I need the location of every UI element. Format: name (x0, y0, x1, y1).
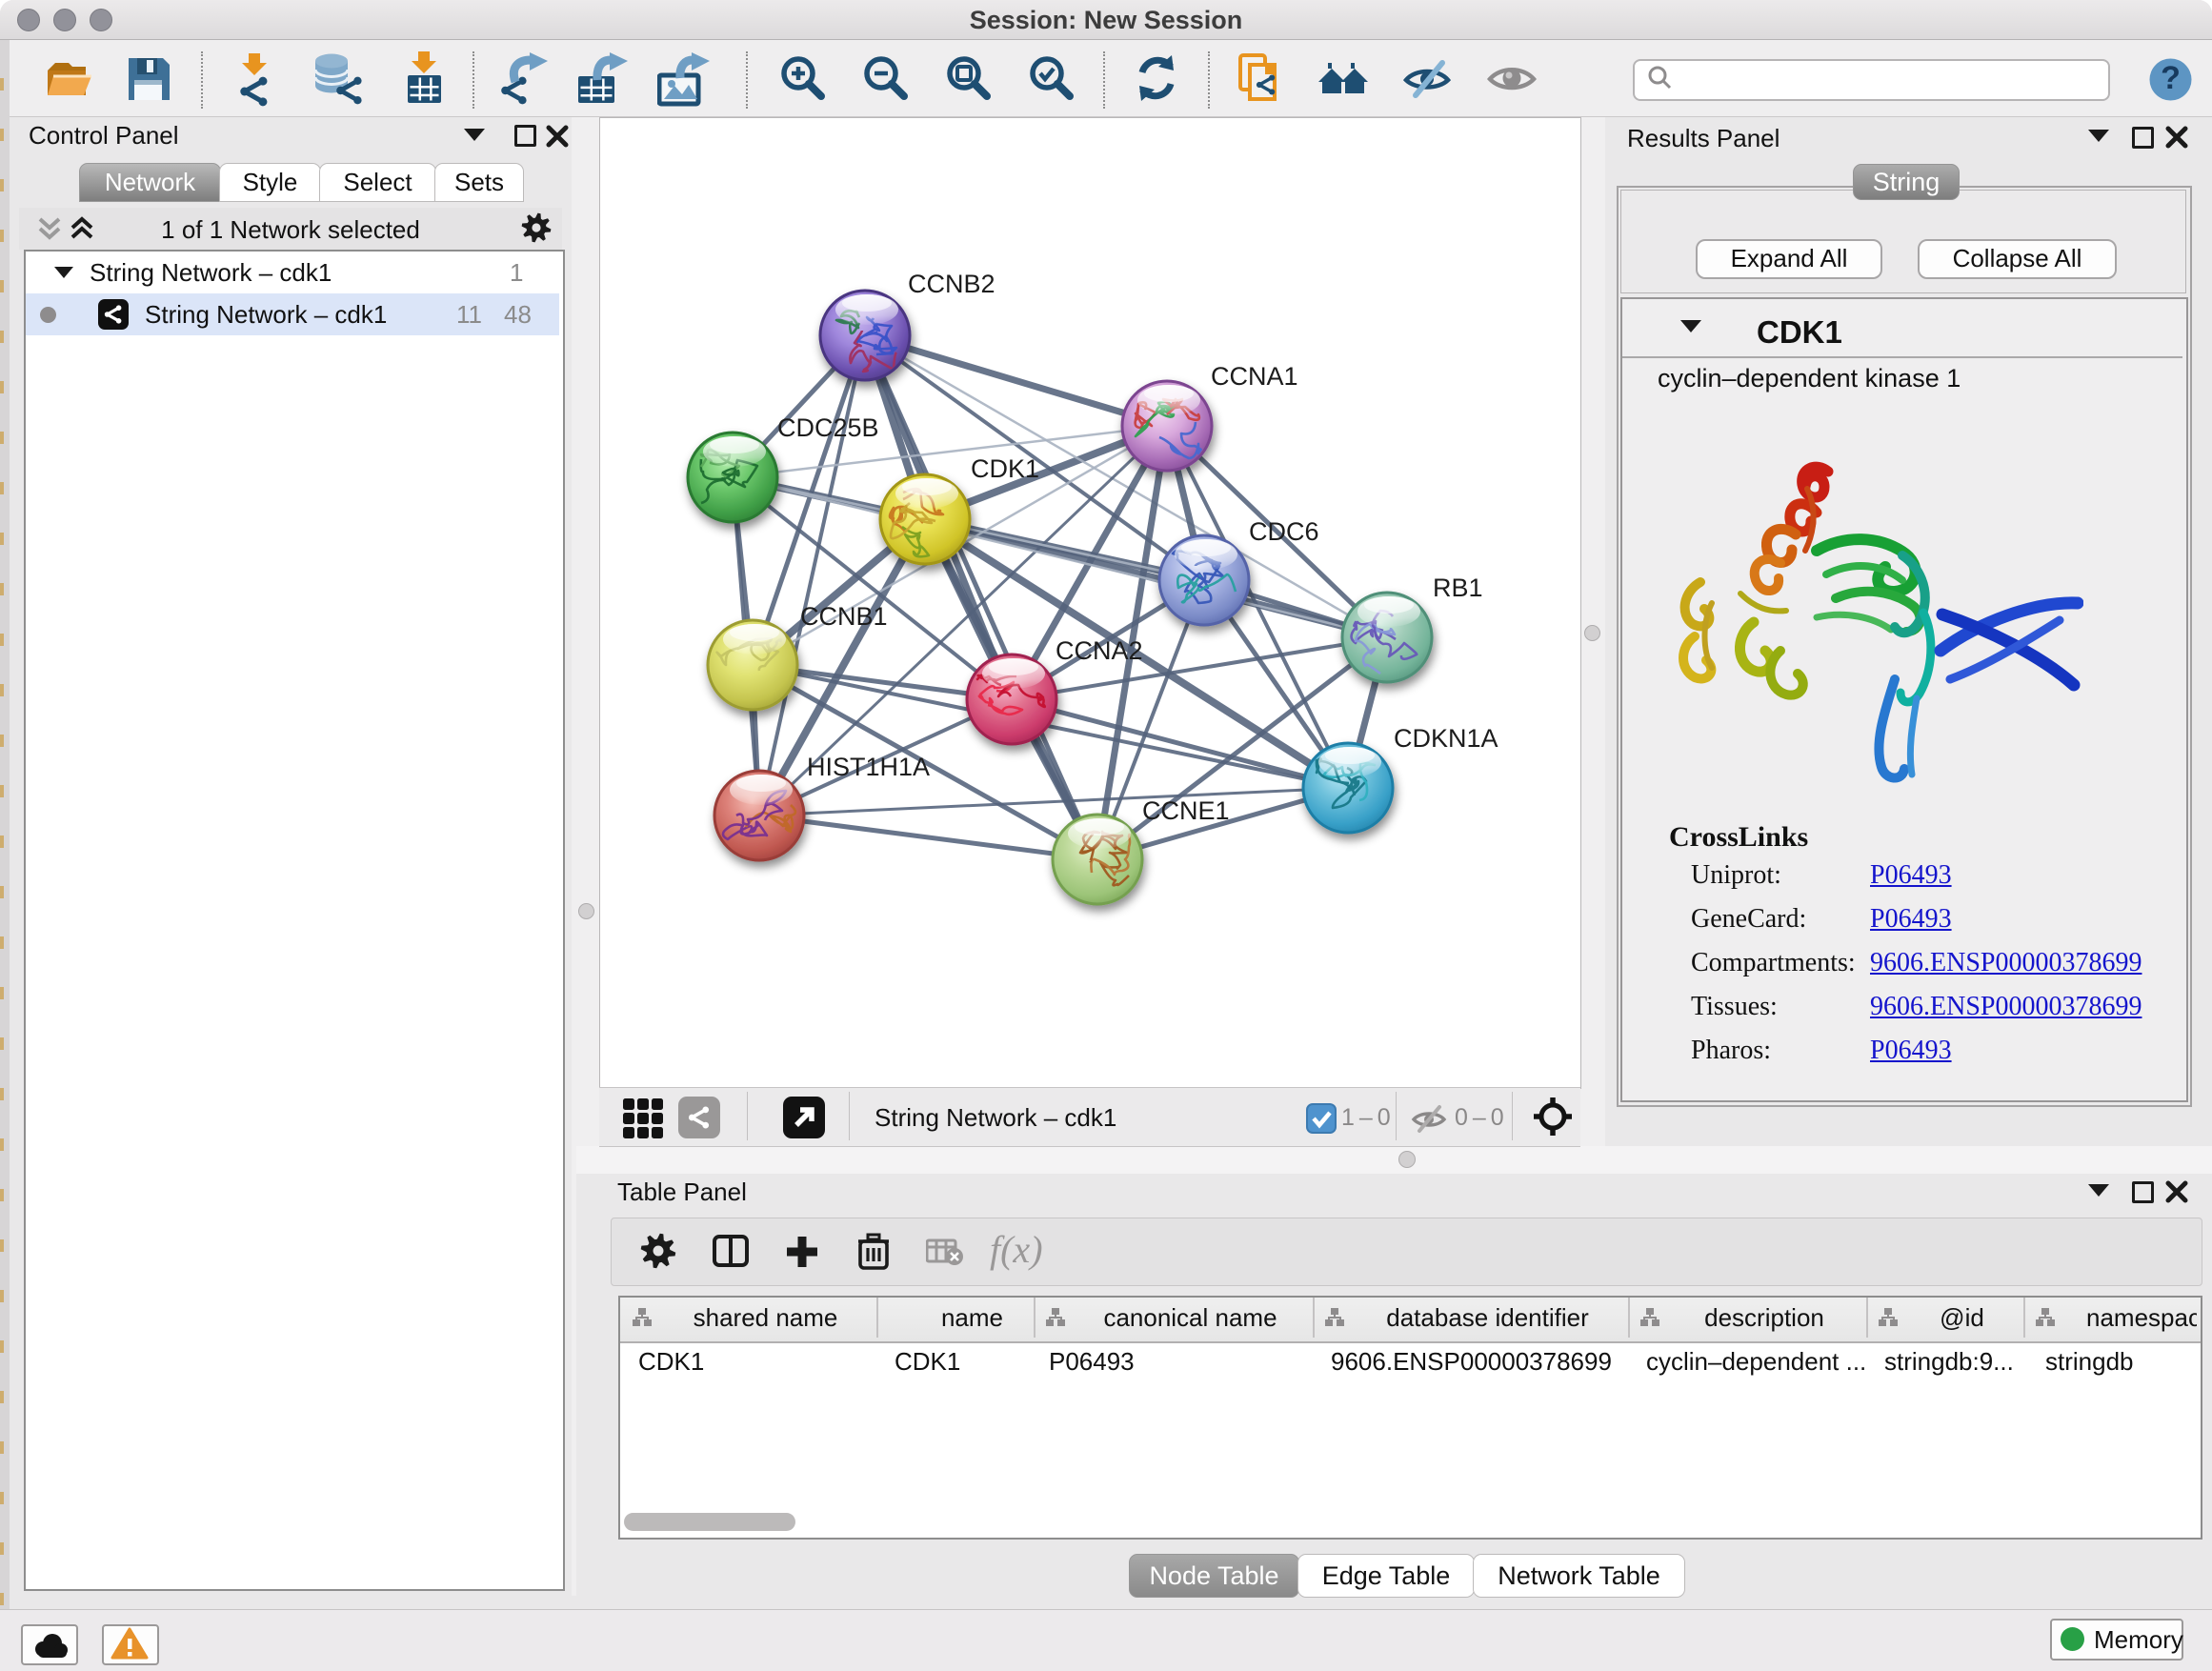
svg-text:CDC6: CDC6 (1249, 517, 1319, 546)
svg-text:CCNA1: CCNA1 (1211, 362, 1298, 391)
svg-text:CCNA2: CCNA2 (1056, 636, 1143, 665)
svg-text:CDC25B: CDC25B (777, 413, 879, 442)
svg-text:CCNB1: CCNB1 (800, 602, 888, 631)
svg-text:CDKN1A: CDKN1A (1394, 724, 1498, 753)
svg-text:RB1: RB1 (1433, 574, 1483, 602)
svg-text:HIST1H1A: HIST1H1A (807, 753, 930, 781)
svg-text:CCNE1: CCNE1 (1142, 796, 1230, 825)
svg-text:CDK1: CDK1 (971, 454, 1039, 483)
svg-text:?: ? (2161, 60, 2181, 96)
svg-text:CCNB2: CCNB2 (908, 270, 995, 298)
